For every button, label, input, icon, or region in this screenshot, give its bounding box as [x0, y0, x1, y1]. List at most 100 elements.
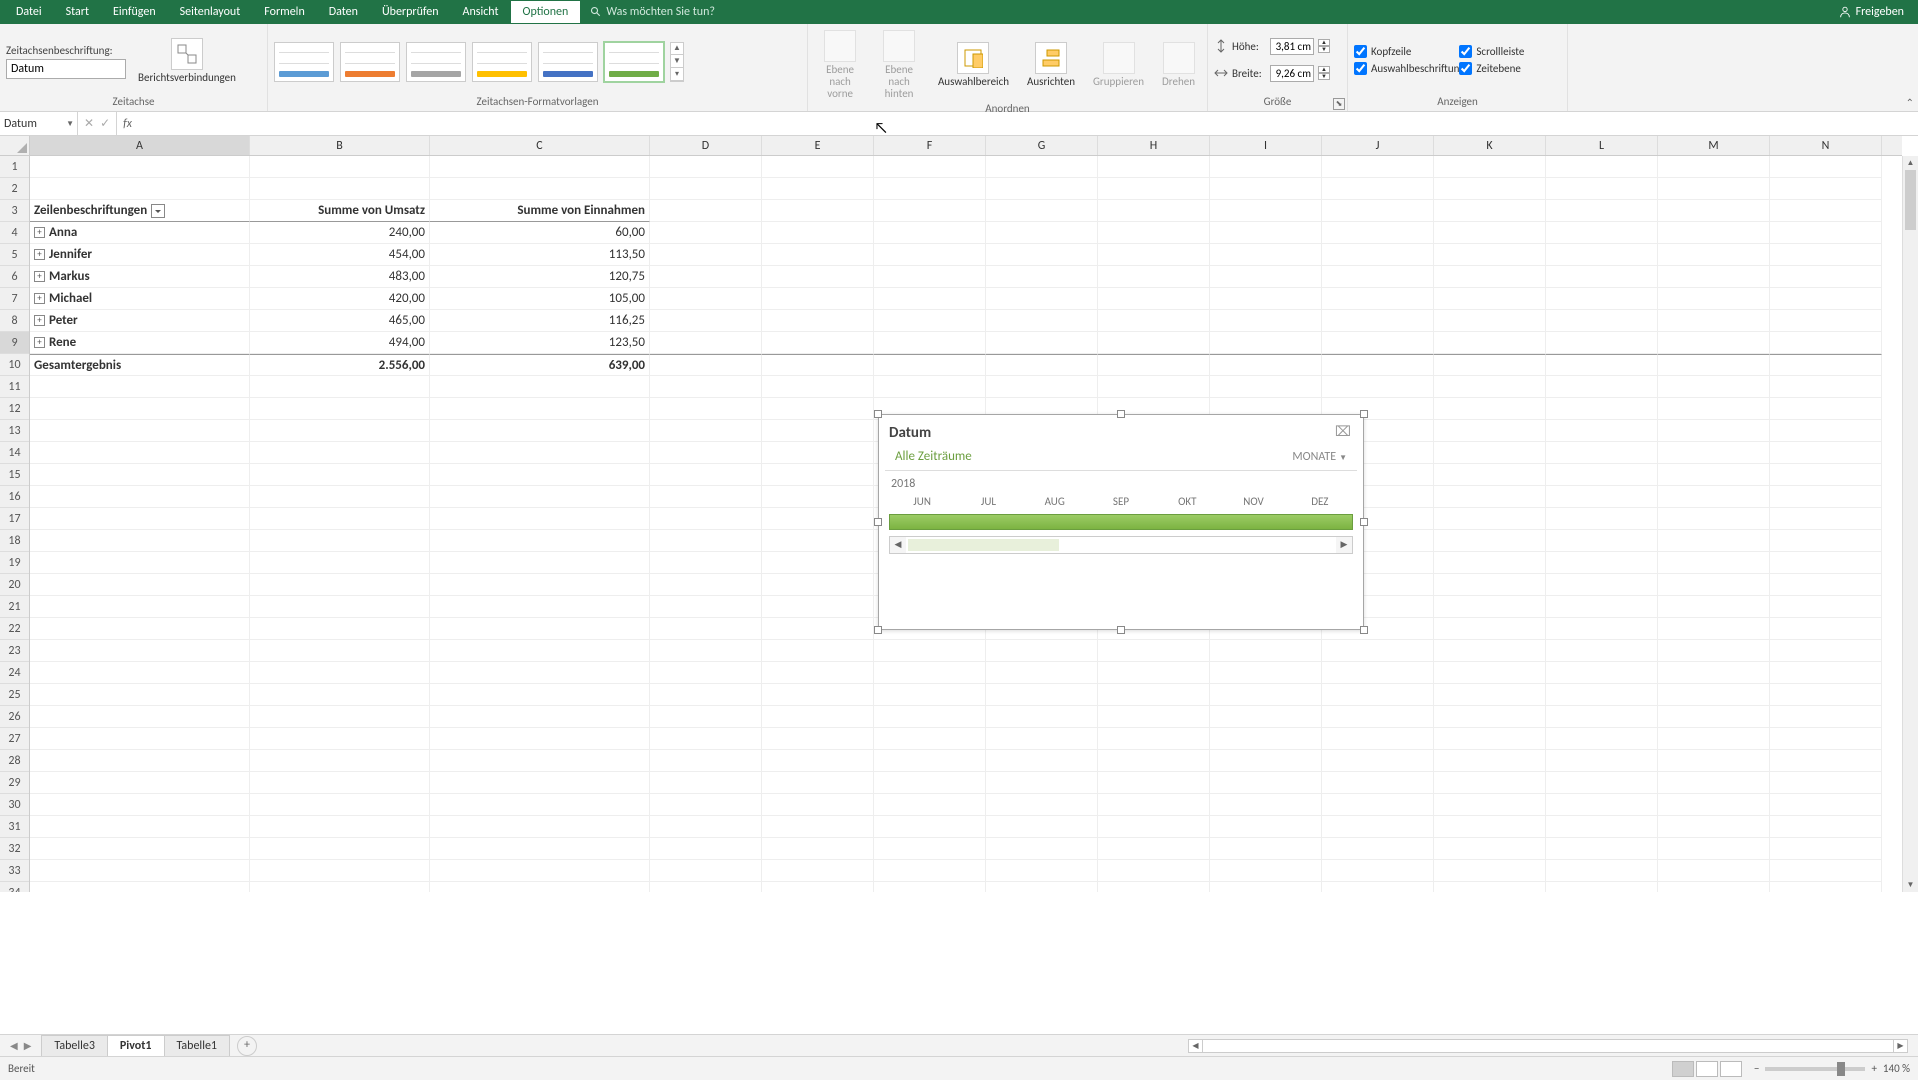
row-header[interactable]: 2 [0, 178, 29, 200]
cell[interactable] [1546, 354, 1658, 376]
cell[interactable] [650, 860, 762, 882]
cell[interactable] [1770, 794, 1882, 816]
vertical-scrollbar[interactable]: ▲ ▼ [1902, 156, 1918, 892]
slicer-range-bar[interactable] [889, 514, 1353, 530]
cell[interactable] [1434, 442, 1546, 464]
timeline-slicer[interactable]: Datum ⌧ Alle Zeiträume MONATE▼ 2018 JUNJ… [878, 414, 1364, 630]
cell[interactable] [1770, 222, 1882, 244]
cell[interactable] [430, 508, 650, 530]
cell[interactable] [650, 332, 762, 354]
row-header[interactable]: 15 [0, 464, 29, 486]
cell[interactable] [1546, 662, 1658, 684]
align-button[interactable]: Ausrichten [1021, 40, 1081, 90]
scrollbar-checkbox[interactable] [1459, 45, 1472, 58]
cell[interactable] [30, 772, 250, 794]
column-headers[interactable]: ABCDEFGHIJKLMN [30, 136, 1902, 156]
cell[interactable] [430, 882, 650, 892]
cell[interactable] [1770, 200, 1882, 222]
cell[interactable] [1434, 662, 1546, 684]
filter-button[interactable] [151, 204, 165, 218]
cell[interactable] [986, 222, 1098, 244]
cell[interactable] [1546, 442, 1658, 464]
cell[interactable] [430, 684, 650, 706]
resize-handle[interactable] [874, 410, 882, 418]
cell[interactable] [30, 860, 250, 882]
cell[interactable] [1770, 772, 1882, 794]
style-gallery-more[interactable]: ▲▼▾ [670, 42, 684, 82]
cell[interactable] [1658, 310, 1770, 332]
cell[interactable] [30, 640, 250, 662]
cell[interactable] [1210, 794, 1322, 816]
cell[interactable] [1434, 772, 1546, 794]
cell[interactable] [1434, 354, 1546, 376]
cell[interactable] [1098, 728, 1210, 750]
cell[interactable] [874, 728, 986, 750]
tab-page-layout[interactable]: Seitenlayout [168, 1, 253, 23]
cell[interactable]: 454,00 [250, 244, 430, 266]
cell[interactable] [986, 794, 1098, 816]
cell[interactable] [986, 266, 1098, 288]
cell[interactable] [250, 376, 430, 398]
cell[interactable] [1210, 178, 1322, 200]
column-header[interactable]: M [1658, 136, 1770, 155]
cell[interactable] [1322, 156, 1434, 178]
cell[interactable] [650, 266, 762, 288]
cell[interactable] [1322, 200, 1434, 222]
cell[interactable] [986, 354, 1098, 376]
cell[interactable] [1434, 288, 1546, 310]
sheet-nav[interactable]: ◀▶ [0, 1039, 41, 1052]
cell[interactable]: 113,50 [430, 244, 650, 266]
cell[interactable] [430, 706, 650, 728]
cell[interactable] [1434, 596, 1546, 618]
cell[interactable] [250, 464, 430, 486]
cell[interactable] [30, 156, 250, 178]
cell[interactable] [1322, 640, 1434, 662]
cell[interactable] [650, 200, 762, 222]
cell[interactable] [430, 750, 650, 772]
cell[interactable] [1658, 860, 1770, 882]
cell[interactable] [650, 772, 762, 794]
cell[interactable] [762, 662, 874, 684]
cell[interactable] [986, 882, 1098, 892]
cell[interactable] [1658, 816, 1770, 838]
cell[interactable] [650, 728, 762, 750]
cell[interactable] [1546, 486, 1658, 508]
cell[interactable] [1098, 376, 1210, 398]
zoom-out-button[interactable]: − [1754, 1062, 1759, 1075]
cell[interactable] [1658, 332, 1770, 354]
cell[interactable] [986, 816, 1098, 838]
cell[interactable] [1770, 816, 1882, 838]
zoom-slider-thumb[interactable] [1837, 1062, 1845, 1076]
cell[interactable] [650, 508, 762, 530]
cell[interactable]: 123,50 [430, 332, 650, 354]
cell[interactable] [430, 662, 650, 684]
cell[interactable]: 105,00 [430, 288, 650, 310]
timeline-style-5[interactable] [538, 42, 598, 82]
cell[interactable] [1658, 596, 1770, 618]
cell[interactable] [1322, 376, 1434, 398]
cell[interactable] [30, 750, 250, 772]
cell[interactable] [762, 596, 874, 618]
cell[interactable]: 240,00 [250, 222, 430, 244]
cell[interactable] [1546, 684, 1658, 706]
header-checkbox[interactable] [1354, 45, 1367, 58]
cell[interactable] [1770, 838, 1882, 860]
cell[interactable] [250, 728, 430, 750]
cell[interactable] [762, 508, 874, 530]
cell[interactable] [1322, 310, 1434, 332]
cell[interactable] [1770, 684, 1882, 706]
cell[interactable] [762, 684, 874, 706]
cell[interactable] [1658, 772, 1770, 794]
share-button[interactable]: Freigeben [1828, 5, 1914, 19]
resize-handle[interactable] [1360, 626, 1368, 634]
cell[interactable] [430, 574, 650, 596]
cell[interactable] [1770, 640, 1882, 662]
cell[interactable] [250, 420, 430, 442]
name-box[interactable]: Datum▼ [0, 112, 78, 135]
row-header[interactable]: 5 [0, 244, 29, 266]
cell[interactable] [1546, 618, 1658, 640]
cell[interactable] [250, 882, 430, 892]
cell[interactable] [650, 310, 762, 332]
cell[interactable] [874, 156, 986, 178]
cell[interactable] [1546, 706, 1658, 728]
